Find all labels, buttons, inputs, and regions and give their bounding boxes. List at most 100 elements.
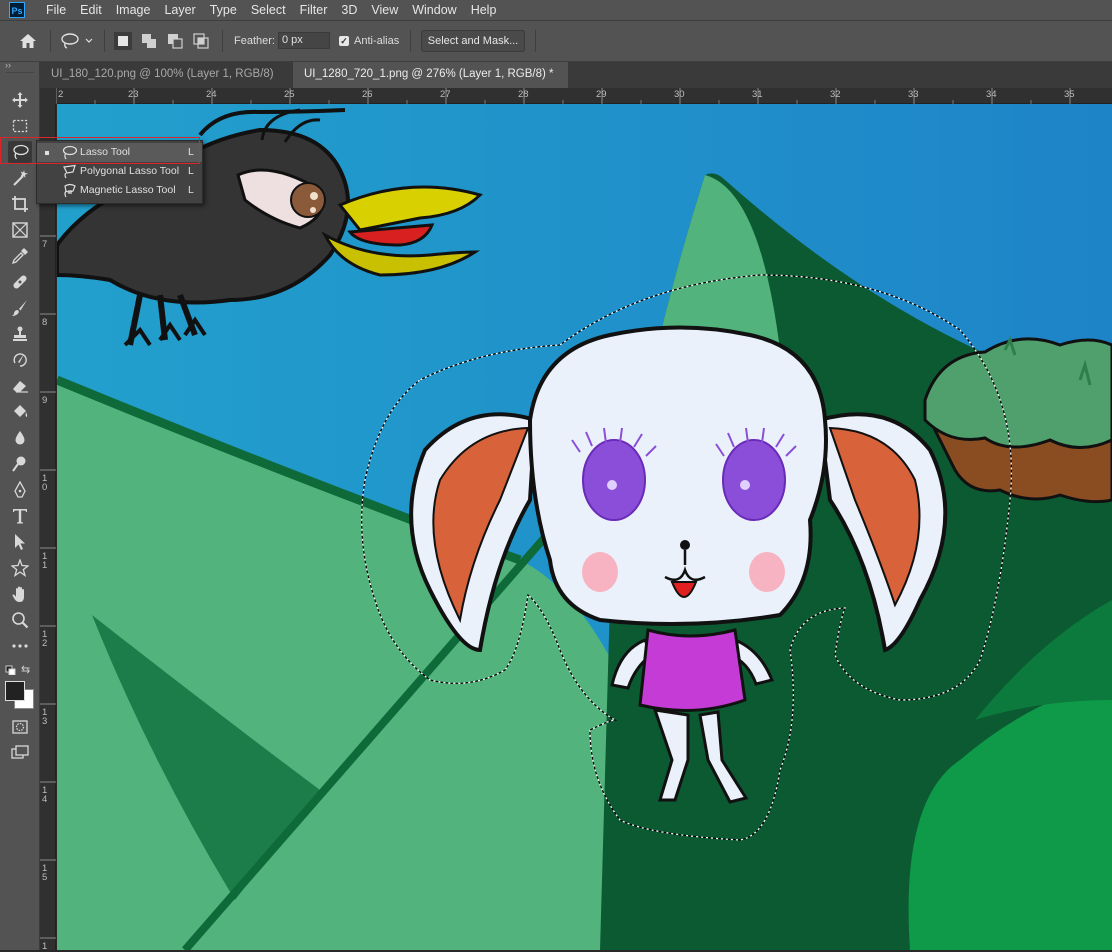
zoom-tool-button[interactable] <box>8 609 32 631</box>
move-tool-button[interactable] <box>8 89 32 111</box>
home-icon[interactable] <box>18 32 38 53</box>
menu-file[interactable]: File <box>39 0 73 20</box>
type-tool-button[interactable] <box>8 505 32 527</box>
artwork-illustration <box>57 104 1112 950</box>
horizontal-ruler: 2 23 24 25 26 27 28 29 30 31 32 33 34 35 <box>40 88 1112 104</box>
document-canvas[interactable] <box>57 104 1112 950</box>
ruler-label: 7 <box>42 239 48 250</box>
default-colors-icon[interactable] <box>5 664 17 678</box>
antialias-checkbox[interactable]: ✓ <box>339 36 349 46</box>
flyout-item-label: Magnetic Lasso Tool <box>80 184 176 196</box>
ruler-label: 31 <box>752 89 763 100</box>
screen-mode-icon <box>11 745 29 759</box>
tool-preset-picker[interactable] <box>60 33 94 52</box>
panel-divider <box>6 72 34 73</box>
flyout-item-shortcut: L <box>188 165 194 177</box>
frame-tool-button[interactable] <box>8 219 32 241</box>
marquee-tool-button[interactable] <box>8 115 32 137</box>
brush-icon <box>12 300 27 316</box>
ruler-label: 23 <box>128 89 139 100</box>
options-divider <box>222 30 223 52</box>
ruler-label: 26 <box>362 89 373 100</box>
menu-type[interactable]: Type <box>203 0 244 20</box>
eyedropper-tool-button[interactable] <box>8 245 32 267</box>
ruler-label: 24 <box>206 89 217 100</box>
history-brush-icon <box>13 353 27 367</box>
options-divider <box>535 30 536 52</box>
select-and-mask-button[interactable]: Select and Mask... <box>421 30 525 52</box>
brush-tool-button[interactable] <box>8 297 32 319</box>
magic-wand-icon <box>13 170 28 186</box>
magnetic-lasso-icon <box>64 183 76 198</box>
vertical-ruler: 6 7 8 9 10 11 12 13 14 15 1 <box>40 104 56 951</box>
shape-tool-button[interactable] <box>8 557 32 579</box>
feather-input[interactable]: 0 px <box>278 32 330 49</box>
more-tools-button[interactable] <box>8 635 32 657</box>
blur-icon <box>15 431 25 445</box>
blur-tool-button[interactable] <box>8 427 32 449</box>
ruler-label: 2 <box>58 89 64 100</box>
paint-bucket-icon <box>14 405 28 417</box>
antialias-label: Anti-alias <box>354 35 400 47</box>
marquee-icon <box>12 119 28 133</box>
ruler-label: 13 <box>42 707 48 727</box>
healing-brush-tool-button[interactable] <box>8 271 32 293</box>
flyout-item-shortcut: L <box>188 184 194 196</box>
dodge-tool-button[interactable] <box>8 453 32 475</box>
ruler-label: 32 <box>830 89 841 100</box>
menu-3d[interactable]: 3D <box>334 0 364 20</box>
history-brush-tool-button[interactable] <box>8 349 32 371</box>
ruler-label: 27 <box>440 89 451 100</box>
document-tab-ui-1280[interactable]: UI_1280_720_1.png @ 276% (Layer 1, RGB/8… <box>293 62 568 104</box>
path-selection-tool-button[interactable] <box>8 531 32 553</box>
flyout-item-magnetic-lasso[interactable]: Magnetic Lasso Tool L <box>37 181 202 200</box>
menu-view[interactable]: View <box>364 0 405 20</box>
frame-icon <box>12 222 28 238</box>
ruler-label: 9 <box>42 395 48 406</box>
paint-bucket-tool-button[interactable] <box>8 401 32 423</box>
options-divider <box>50 30 51 52</box>
menu-filter[interactable]: Filter <box>293 0 335 20</box>
menu-bar: Ps File Edit Image Layer Type Select Fil… <box>0 0 1112 20</box>
flyout-item-polygonal-lasso[interactable]: Polygonal Lasso Tool L <box>37 162 202 181</box>
tab-title: UI_180_120.png @ 100% (Layer 1, RGB/8) <box>51 68 274 80</box>
menu-image[interactable]: Image <box>109 0 158 20</box>
menu-edit[interactable]: Edit <box>73 0 109 20</box>
options-divider <box>410 30 411 52</box>
ruler-label: 25 <box>284 89 295 100</box>
screen-mode-button[interactable] <box>8 742 32 764</box>
hand-tool-button[interactable] <box>8 583 32 605</box>
pen-icon <box>14 481 26 498</box>
ruler-label: 30 <box>674 89 685 100</box>
subtract-from-selection-mode-button[interactable] <box>166 32 184 50</box>
highlight-annotation <box>0 137 200 164</box>
magic-wand-tool-button[interactable] <box>8 167 32 189</box>
ruler-label: 12 <box>42 629 48 649</box>
swap-colors-icon[interactable]: ⇆ <box>21 663 30 676</box>
ruler-origin[interactable] <box>40 88 56 104</box>
ruler-label: 14 <box>42 785 48 805</box>
more-tools-icon <box>12 644 28 648</box>
crop-tool-button[interactable] <box>8 193 32 215</box>
menu-layer[interactable]: Layer <box>157 0 202 20</box>
menu-help[interactable]: Help <box>464 0 504 20</box>
menu-window[interactable]: Window <box>405 0 463 20</box>
menu-select[interactable]: Select <box>244 0 293 20</box>
ruler-label: 28 <box>518 89 529 100</box>
eraser-tool-button[interactable] <box>8 375 32 397</box>
new-selection-mode-button[interactable] <box>114 32 132 50</box>
collapse-panel-icon[interactable]: ›› <box>5 60 11 70</box>
foreground-color-swatch[interactable] <box>5 681 25 701</box>
ruler-label: 35 <box>1064 89 1075 100</box>
photoshop-logo-icon[interactable]: Ps <box>9 2 25 18</box>
flyout-item-label: Polygonal Lasso Tool <box>80 165 180 177</box>
pen-tool-button[interactable] <box>8 479 32 501</box>
clone-stamp-tool-button[interactable] <box>8 323 32 345</box>
intersect-selection-mode-button[interactable] <box>192 32 210 50</box>
options-divider <box>104 30 105 52</box>
ruler-label: 29 <box>596 89 607 100</box>
quick-mask-button[interactable] <box>8 716 32 738</box>
ruler-label: 34 <box>986 89 997 100</box>
document-tab-ui-180[interactable]: UI_180_120.png @ 100% (Layer 1, RGB/8) × <box>40 62 294 104</box>
add-to-selection-mode-button[interactable] <box>140 32 158 50</box>
